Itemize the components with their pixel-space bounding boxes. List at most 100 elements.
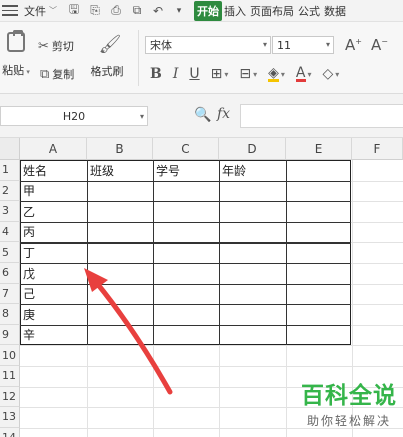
chevron-down-icon: ▾ <box>139 112 144 121</box>
copy-button[interactable]: ⧉ 复制 <box>40 66 74 82</box>
file-menu[interactable]: 文件 ﹀ <box>24 3 57 19</box>
gridline <box>20 366 403 367</box>
watermark-title: 百科全说 <box>301 383 397 409</box>
tab-home[interactable]: 开始 <box>194 0 222 21</box>
clipboard-icon <box>7 30 25 52</box>
cell-a8[interactable]: 庚 <box>21 304 86 324</box>
cell-b1[interactable]: 班级 <box>88 160 152 180</box>
format-painter-label: 格式刷 <box>90 65 124 78</box>
column-header-e[interactable]: E <box>286 138 352 160</box>
cell-a2[interactable]: 甲 <box>21 181 86 201</box>
undo-icon[interactable]: ↶ <box>151 4 165 18</box>
font-name-value: 宋体 <box>150 39 172 52</box>
row-header-11[interactable]: 11 <box>0 366 20 387</box>
cell-d1[interactable]: 年龄 <box>220 160 285 180</box>
watermark-subtitle: 助你轻松解决 <box>306 414 391 428</box>
row-header-5[interactable]: 5 <box>0 242 20 263</box>
row-header-8[interactable]: 8 <box>0 304 20 325</box>
grow-font-icon[interactable]: A+ <box>345 36 362 54</box>
ribbon-divider <box>138 30 139 86</box>
table-border-line <box>153 160 155 345</box>
italic-button[interactable]: I <box>173 66 179 82</box>
row-header-7[interactable]: 7 <box>0 283 20 305</box>
chevron-down-icon: ▾ <box>335 69 340 79</box>
watermark-logo: 百科全说 助你轻松解决 <box>301 376 397 429</box>
cell-a9[interactable]: 辛 <box>21 325 86 345</box>
chevron-down-icon: ▾ <box>224 69 229 79</box>
name-box-value: H20 <box>62 109 86 123</box>
row-header-14[interactable]: 14 <box>0 427 20 437</box>
chevron-down-icon: ▾ <box>24 68 30 76</box>
column-header-a[interactable]: A <box>20 138 87 160</box>
borders-icon[interactable]: ⊞ <box>211 66 223 82</box>
tab-page-layout[interactable]: 页面布局 <box>248 1 296 21</box>
font-size-value: 11 <box>277 38 291 52</box>
row-header-1[interactable]: 1 <box>0 160 20 181</box>
copy-icon: ⧉ <box>40 66 50 82</box>
underline-button[interactable]: U <box>189 66 199 82</box>
menu-bar: 文件 ﹀ 🖫 ⎘ ⎙ ⧉ ↶ ▾ 开始 插入 页面布局 公式 数据 <box>0 0 403 22</box>
table-border-line <box>87 160 89 345</box>
format-painter-button[interactable]: 🖌 格式刷 <box>91 34 124 79</box>
formula-input[interactable] <box>240 104 403 128</box>
select-all-corner[interactable] <box>0 138 20 160</box>
chevron-down-icon: ▾ <box>262 40 267 49</box>
column-header-d[interactable]: D <box>219 138 286 160</box>
table-border-line <box>286 160 288 345</box>
quick-access-toolbar: 🖫 ⎘ ⎙ ⧉ ↶ ▾ <box>67 0 186 21</box>
cell-a5[interactable]: 丁 <box>21 242 86 262</box>
row-header-4[interactable]: 4 <box>0 221 20 243</box>
font-size-select[interactable]: 11 ▾ <box>272 36 334 54</box>
tab-formulas[interactable]: 公式 <box>296 1 322 21</box>
redo-icon[interactable]: ▾ <box>172 6 186 16</box>
paste-label: 粘贴 <box>2 64 25 77</box>
row-header-12[interactable]: 12 <box>0 386 20 408</box>
fill-color-icon[interactable]: ◈ <box>268 66 279 82</box>
preview-icon[interactable]: ⧉ <box>130 3 144 18</box>
copy-label: 复制 <box>52 68 75 81</box>
gridline <box>20 345 403 347</box>
chevron-down-icon: ﹀ <box>49 6 57 15</box>
row-header-3[interactable]: 3 <box>0 201 20 222</box>
column-header-b[interactable]: B <box>87 138 153 160</box>
clear-format-icon[interactable]: ◇ <box>323 66 334 82</box>
ribbon-tabs: 开始 插入 页面布局 公式 数据 <box>194 0 348 21</box>
row-header-10[interactable]: 10 <box>0 345 20 366</box>
bold-button[interactable]: B <box>150 66 162 82</box>
cut-label: 剪切 <box>51 40 74 53</box>
ribbon-home: 粘贴 ▾ ✂ 剪切 ⧉ 复制 🖌 格式刷 宋体 ▾ 11 ▾ A+ A− B I… <box>0 22 403 94</box>
column-header-c[interactable]: C <box>153 138 219 160</box>
name-box[interactable]: H20 ▾ <box>0 106 148 126</box>
column-header-f[interactable]: F <box>352 138 403 160</box>
tab-data[interactable]: 数据 <box>322 1 348 21</box>
menu-icon[interactable] <box>2 5 18 16</box>
paste-button[interactable]: 粘贴 ▾ <box>0 30 32 78</box>
merge-cells-icon[interactable]: ⊟ <box>239 66 251 82</box>
row-header-13[interactable]: 13 <box>0 407 20 428</box>
zoom-icon[interactable]: 🔍 <box>194 107 211 123</box>
tab-insert[interactable]: 插入 <box>222 1 248 21</box>
cell-a4[interactable]: 丙 <box>21 222 86 242</box>
save-icon[interactable]: 🖫 <box>67 0 81 21</box>
font-name-select[interactable]: 宋体 ▾ <box>145 36 271 54</box>
export-icon[interactable]: ⎘ <box>88 3 102 18</box>
format-row: B I U ⊞ ▾ ⊟ ▾ ◈ ▾ A ▾ ◇ ▾ <box>150 66 340 83</box>
row-header-9[interactable]: 9 <box>0 324 20 346</box>
shrink-font-icon[interactable]: A− <box>371 36 388 54</box>
print-icon[interactable]: ⎙ <box>109 3 123 18</box>
cut-button[interactable]: ✂ 剪切 <box>38 38 74 54</box>
cell-a3[interactable]: 乙 <box>21 201 86 221</box>
table-border-line <box>219 160 221 345</box>
cell-c1[interactable]: 学号 <box>154 160 218 180</box>
cell-a6[interactable]: 戊 <box>21 263 86 283</box>
cell-a1[interactable]: 姓名 <box>21 160 86 180</box>
row-header-2[interactable]: 2 <box>0 180 20 202</box>
row-header-6[interactable]: 6 <box>0 263 20 284</box>
chevron-down-icon: ▾ <box>280 69 285 79</box>
scissors-icon: ✂ <box>38 38 49 54</box>
cell-a7[interactable]: 己 <box>21 284 86 304</box>
chevron-down-icon: ▾ <box>253 69 258 79</box>
fx-icon[interactable]: fx <box>217 106 230 122</box>
font-color-icon[interactable]: A <box>295 66 306 82</box>
file-menu-label: 文件 <box>24 4 46 18</box>
